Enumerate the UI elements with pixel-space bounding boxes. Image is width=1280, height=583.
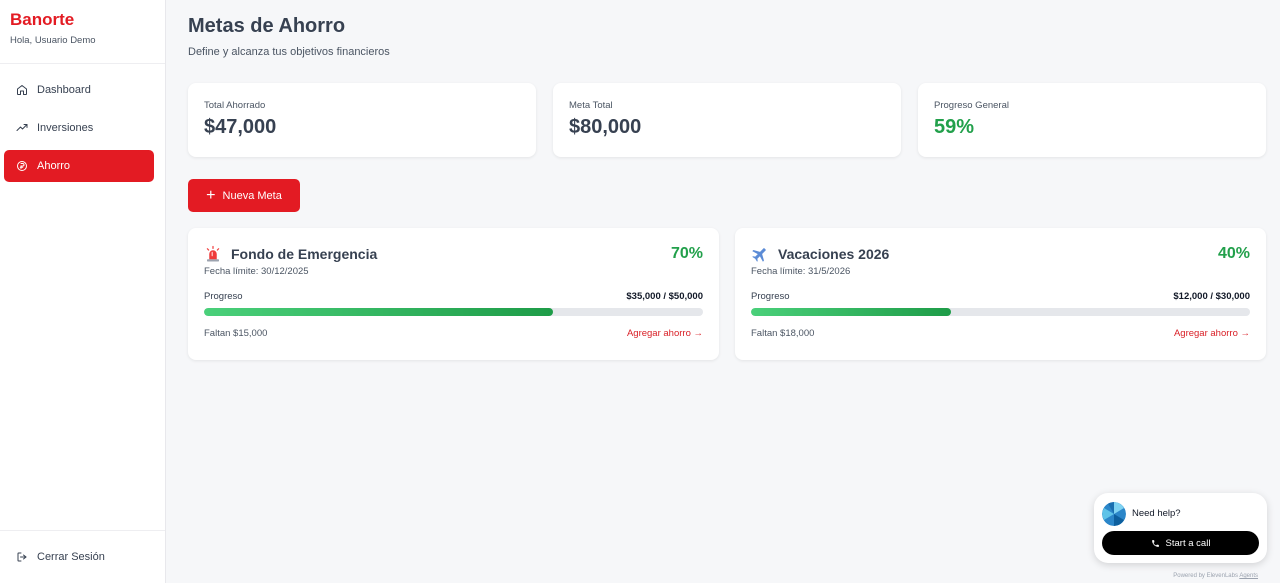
- home-icon: [16, 84, 28, 96]
- brand-logo: Banorte: [10, 10, 75, 29]
- add-saving-link[interactable]: Agregar ahorro →: [1174, 328, 1250, 339]
- sidebar-nav: Dashboard Inversiones Ahorro: [0, 64, 165, 182]
- goal-deadline: Fecha límite: 31/5/2026: [751, 266, 851, 277]
- sidebar-item-ahorro[interactable]: Ahorro: [4, 150, 154, 182]
- goal-percent: 70%: [670, 245, 703, 262]
- stat-label: Total Ahorrado: [204, 100, 266, 111]
- sidebar: Banorte Hola, Usuario Demo Dashboard Inv…: [0, 0, 166, 583]
- goal-remaining: Faltan $15,000: [204, 328, 268, 339]
- sidebar-item-label: Inversiones: [37, 122, 94, 134]
- coin-icon: [16, 160, 28, 172]
- logout-label: Cerrar Sesión: [37, 551, 105, 563]
- page-subtitle: Define y alcanza tus objetivos financier…: [188, 46, 390, 58]
- stat-value: 59%: [934, 116, 975, 138]
- help-text: Need help?: [1132, 508, 1181, 519]
- new-goal-button[interactable]: + Nueva Meta: [188, 179, 300, 212]
- new-goal-label: Nueva Meta: [222, 189, 282, 202]
- stat-label: Progreso General: [934, 100, 1009, 111]
- agents-link[interactable]: Agents: [1239, 573, 1258, 579]
- start-call-label: Start a call: [1165, 537, 1211, 549]
- powered-by-note: Powered by ElevenLabs Agents: [1173, 573, 1258, 579]
- goal-card-emergency-fund: Fondo de Emergencia 70% Fecha límite: 30…: [188, 228, 719, 360]
- logout-icon: [16, 551, 28, 563]
- sidebar-item-inversiones[interactable]: Inversiones: [4, 112, 154, 144]
- stat-value: $47,000: [204, 116, 277, 138]
- sidebar-item-label: Ahorro: [37, 160, 71, 172]
- plus-icon: +: [206, 186, 216, 204]
- progress-amount: $35,000 / $50,000: [626, 291, 703, 302]
- goal-deadline: Fecha límite: 30/12/2025: [204, 266, 309, 277]
- stat-card-goal-total: Meta Total $80,000: [553, 83, 901, 157]
- sidebar-item-dashboard[interactable]: Dashboard: [4, 74, 154, 106]
- add-saving-link[interactable]: Agregar ahorro →: [627, 328, 703, 339]
- progress-amount: $12,000 / $30,000: [1173, 291, 1250, 302]
- progress-bar: [751, 308, 1250, 316]
- siren-icon: [204, 245, 222, 263]
- sidebar-item-label: Dashboard: [37, 84, 91, 96]
- page-title: Metas de Ahorro: [188, 15, 346, 37]
- progress-bar-fill: [204, 308, 554, 316]
- agent-avatar: [1102, 502, 1126, 526]
- logout-button[interactable]: Cerrar Sesión: [0, 530, 165, 583]
- progress-label: Progreso: [751, 291, 790, 302]
- progress-bar-fill: [751, 308, 951, 316]
- powered-by-text: Powered by ElevenLabs: [1173, 573, 1238, 579]
- airplane-icon: [751, 245, 769, 263]
- phone-icon: [1151, 539, 1160, 548]
- stat-value: $80,000: [569, 116, 642, 138]
- brand-header: Banorte Hola, Usuario Demo: [0, 0, 165, 64]
- start-call-button[interactable]: Start a call: [1102, 531, 1259, 555]
- user-greeting: Hola, Usuario Demo: [10, 35, 96, 46]
- goal-percent: 40%: [1217, 245, 1250, 262]
- help-widget: Need help? Start a call: [1094, 493, 1267, 563]
- progress-bar: [204, 308, 703, 316]
- stat-card-total-saved: Total Ahorrado $47,000: [188, 83, 536, 157]
- stat-card-general-progress: Progreso General 59%: [918, 83, 1266, 157]
- goal-remaining: Faltan $18,000: [751, 328, 815, 339]
- stat-label: Meta Total: [569, 100, 613, 111]
- goal-title: Vacaciones 2026: [778, 246, 890, 262]
- goal-title: Fondo de Emergencia: [231, 246, 378, 262]
- progress-label: Progreso: [204, 291, 243, 302]
- trending-up-icon: [16, 122, 28, 134]
- goal-card-vacations: Vacaciones 2026 40% Fecha límite: 31/5/2…: [735, 228, 1266, 360]
